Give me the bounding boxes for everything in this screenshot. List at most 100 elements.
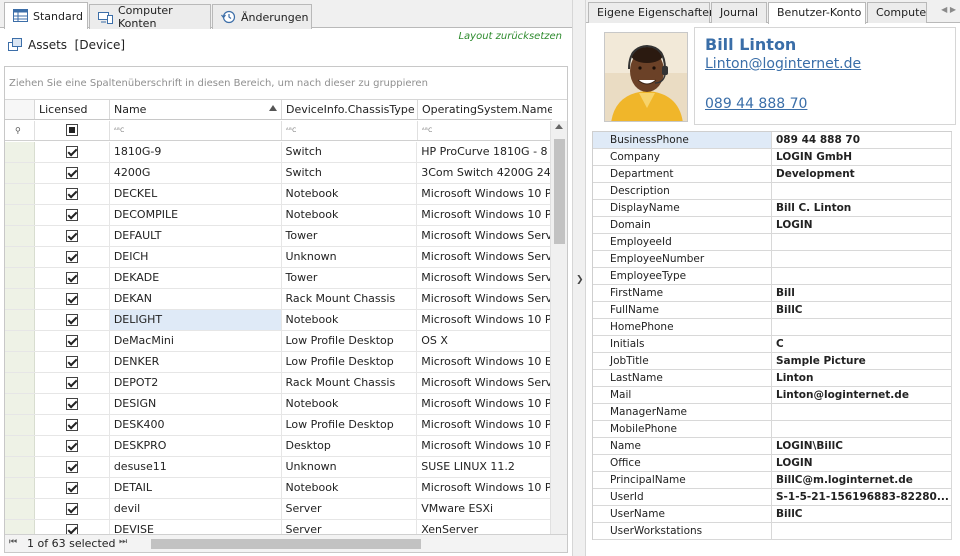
- property-value[interactable]: Sample Picture: [772, 353, 952, 369]
- table-row[interactable]: DEKADE Tower Microsoft Windows Server: [5, 268, 551, 289]
- property-value[interactable]: [772, 404, 952, 420]
- row-indicator[interactable]: [5, 457, 35, 477]
- chassis-cell[interactable]: Rack Mount Chassis: [282, 289, 418, 309]
- table-row[interactable]: DENKER Low Profile Desktop Microsoft Windo…: [5, 352, 551, 373]
- name-cell[interactable]: DELIGHT: [109, 310, 282, 330]
- property-row[interactable]: UserName BillC: [593, 506, 952, 523]
- table-row[interactable]: DELIGHT Notebook Microsoft Windows 10 Pro: [5, 310, 551, 331]
- nav-last-icon[interactable]: ⏭: [119, 537, 127, 547]
- licensed-cell[interactable]: [35, 457, 110, 477]
- table-row[interactable]: DEFAULT Tower Microsoft Windows Server: [5, 226, 551, 247]
- property-value[interactable]: BillC: [772, 506, 952, 522]
- table-row[interactable]: DESK400 Low Profile Desktop Microsoft Wind…: [5, 415, 551, 436]
- name-cell[interactable]: DEKAN: [110, 289, 282, 309]
- os-cell[interactable]: Microsoft Windows 10 Pro: [417, 184, 551, 204]
- property-value[interactable]: Linton: [772, 370, 952, 386]
- chassis-cell[interactable]: Notebook: [282, 478, 418, 498]
- table-row[interactable]: desuse11 Unknown SUSE LINUX 11.2: [5, 457, 551, 478]
- property-value[interactable]: [772, 523, 952, 539]
- name-cell[interactable]: DECKEL: [110, 184, 282, 204]
- property-value[interactable]: Bill C. Linton: [772, 200, 952, 216]
- tab-computer[interactable]: Computer: [867, 2, 927, 23]
- chassis-cell[interactable]: Unknown: [282, 247, 418, 267]
- os-cell[interactable]: Microsoft Windows 10 Pro: [417, 310, 551, 330]
- horizontal-scroll-thumb[interactable]: [151, 539, 421, 549]
- licensed-checkbox[interactable]: [65, 230, 78, 242]
- os-cell[interactable]: HP ProCurve 1810G - 8 GE: [417, 142, 551, 162]
- property-row[interactable]: ManagerName: [593, 404, 952, 421]
- column-header-chassistype[interactable]: DeviceInfo.ChassisType: [282, 100, 418, 119]
- property-value[interactable]: [772, 183, 952, 199]
- property-value[interactable]: S-1-5-21-156196883-82280...: [772, 489, 952, 505]
- chassis-cell[interactable]: Server: [282, 499, 418, 519]
- os-cell[interactable]: Microsoft Windows 10 Pro: [417, 394, 551, 414]
- chassis-cell[interactable]: Low Profile Desktop: [282, 415, 418, 435]
- tab-benutzer-konto[interactable]: Benutzer-Konto: [768, 2, 866, 24]
- licensed-cell[interactable]: [35, 373, 110, 393]
- licensed-checkbox[interactable]: [65, 209, 78, 221]
- licensed-cell[interactable]: [35, 499, 110, 519]
- property-value[interactable]: [772, 421, 952, 437]
- licensed-cell[interactable]: [35, 478, 110, 498]
- row-indicator[interactable]: [5, 331, 35, 351]
- licensed-cell[interactable]: [35, 205, 110, 225]
- os-cell[interactable]: Microsoft Windows 10 Ente: [417, 352, 551, 372]
- licensed-cell[interactable]: [35, 352, 110, 372]
- column-header-osname[interactable]: OperatingSystem.Name: [418, 100, 552, 119]
- filter-chassistype[interactable]: ᴬᴮC: [282, 121, 418, 140]
- property-row[interactable]: JobTitle Sample Picture: [593, 353, 952, 370]
- name-cell[interactable]: DEPOT2: [110, 373, 282, 393]
- filter-name[interactable]: ᴬᴮC: [110, 121, 282, 140]
- tab-journal[interactable]: Journal: [711, 2, 767, 23]
- os-cell[interactable]: OS X: [417, 331, 551, 351]
- property-value[interactable]: BillC@m.loginternet.de: [772, 472, 952, 488]
- name-cell[interactable]: 1810G-9: [110, 142, 282, 162]
- chassis-cell[interactable]: Notebook: [282, 394, 418, 414]
- property-value[interactable]: BillC: [772, 302, 952, 318]
- os-cell[interactable]: Microsoft Windows 10 Pro: [417, 205, 551, 225]
- row-indicator[interactable]: [5, 205, 35, 225]
- licensed-checkbox[interactable]: [65, 251, 78, 263]
- licensed-cell[interactable]: [35, 415, 110, 435]
- row-indicator[interactable]: [5, 394, 35, 414]
- property-row[interactable]: Mail Linton@loginternet.de: [593, 387, 952, 404]
- row-indicator[interactable]: [5, 373, 35, 393]
- row-indicator[interactable]: [5, 415, 35, 435]
- property-value[interactable]: LOGIN: [772, 455, 952, 471]
- licensed-cell[interactable]: [35, 310, 110, 330]
- licensed-cell[interactable]: [35, 436, 110, 456]
- row-indicator[interactable]: [5, 268, 35, 288]
- property-value[interactable]: Bill: [772, 285, 952, 301]
- licensed-cell[interactable]: [35, 289, 110, 309]
- licensed-checkbox[interactable]: [65, 377, 78, 389]
- row-indicator[interactable]: [5, 310, 35, 330]
- os-cell[interactable]: SUSE LINUX 11.2: [417, 457, 551, 477]
- property-value[interactable]: [772, 268, 952, 284]
- licensed-checkbox[interactable]: [65, 146, 78, 158]
- property-value[interactable]: Linton@loginternet.de: [772, 387, 952, 403]
- licensed-checkbox[interactable]: [65, 440, 78, 452]
- property-value[interactable]: [772, 319, 952, 335]
- tab-standard[interactable]: Standard: [4, 2, 88, 29]
- table-row[interactable]: DECOMPILE Notebook Microsoft Windows 10 Pr…: [5, 205, 551, 226]
- chassis-cell[interactable]: Desktop: [282, 436, 418, 456]
- table-row[interactable]: DEPOT2 Rack Mount Chassis Microsoft Window…: [5, 373, 551, 394]
- row-indicator[interactable]: [5, 436, 35, 456]
- property-row[interactable]: FullName BillC: [593, 302, 952, 319]
- table-row[interactable]: DESIGN Notebook Microsoft Windows 10 Pro: [5, 394, 551, 415]
- licensed-cell[interactable]: [35, 226, 110, 246]
- property-row[interactable]: EmployeeNumber: [593, 251, 952, 268]
- name-cell[interactable]: DECOMPILE: [110, 205, 282, 225]
- group-by-panel[interactable]: Ziehen Sie eine Spaltenüberschrift in di…: [5, 67, 567, 100]
- row-indicator[interactable]: [5, 289, 35, 309]
- name-cell[interactable]: DESIGN: [110, 394, 282, 414]
- property-value[interactable]: C: [772, 336, 952, 352]
- licensed-checkbox[interactable]: [65, 335, 78, 347]
- licensed-checkbox[interactable]: [65, 398, 78, 410]
- licensed-checkbox[interactable]: [65, 482, 78, 494]
- tab-aenderungen[interactable]: Änderungen: [212, 4, 312, 29]
- chassis-cell[interactable]: Notebook: [282, 310, 418, 330]
- chassis-cell[interactable]: Tower: [282, 268, 418, 288]
- chassis-cell[interactable]: Notebook: [282, 205, 418, 225]
- os-cell[interactable]: Microsoft Windows Server: [417, 289, 551, 309]
